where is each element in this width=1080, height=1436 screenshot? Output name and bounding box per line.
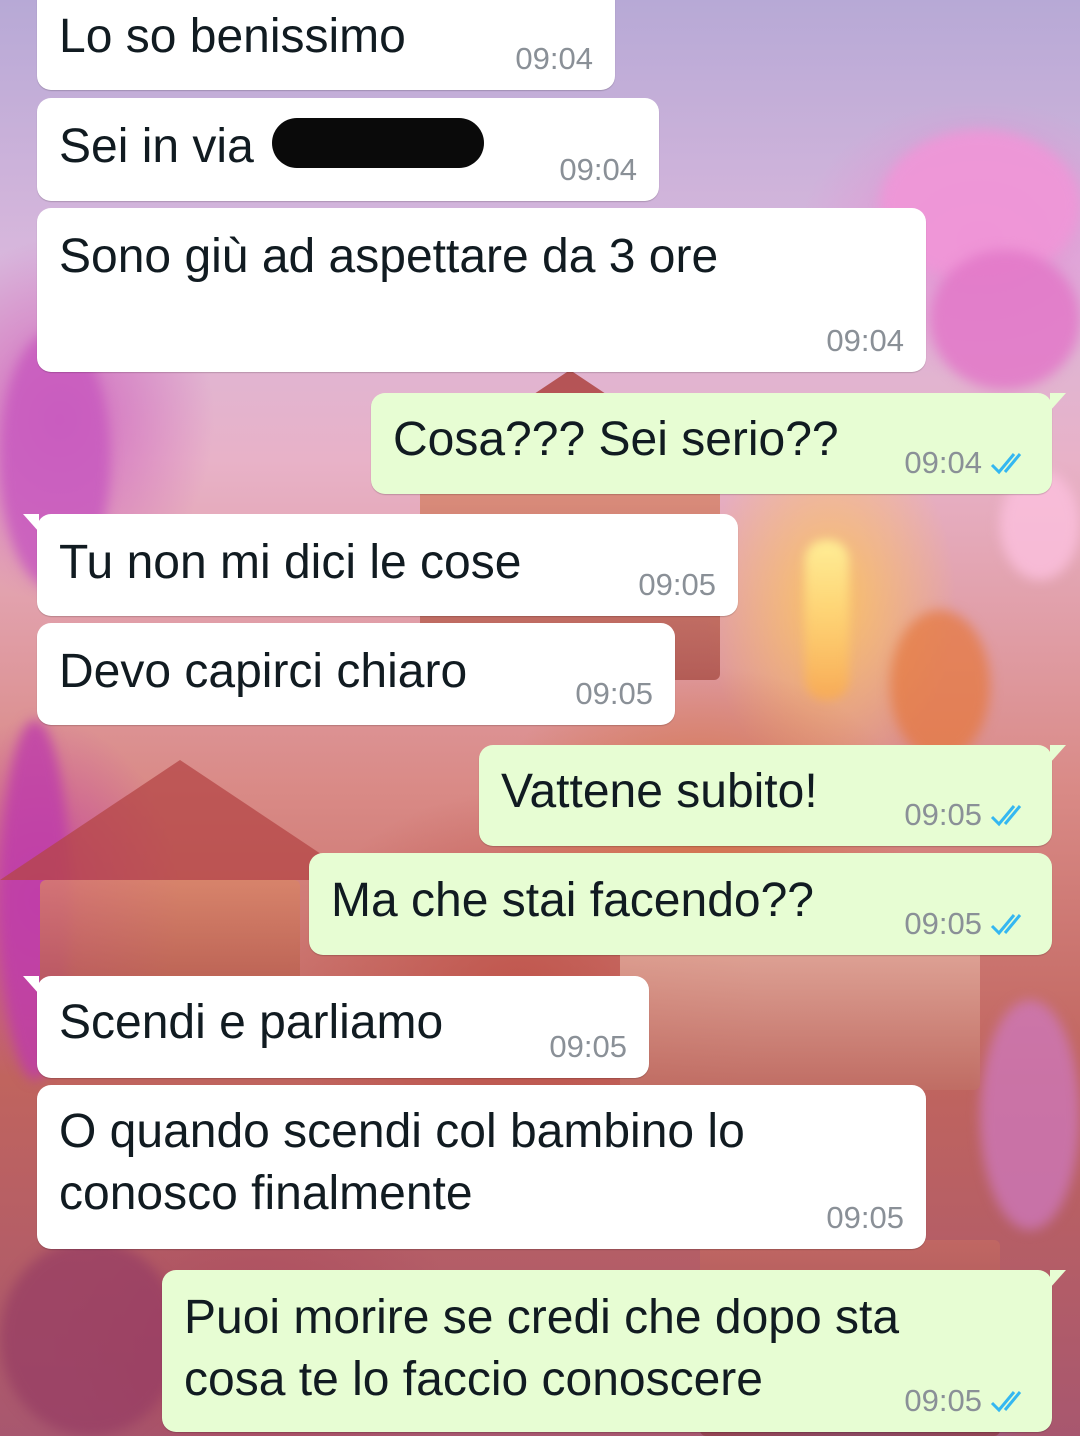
double-check-read-icon bbox=[990, 1388, 1030, 1414]
message-time: 09:04 bbox=[559, 152, 637, 187]
message-meta: 09:05 bbox=[904, 798, 1030, 832]
bubble-tail bbox=[1050, 745, 1066, 763]
double-check-read-icon bbox=[990, 450, 1030, 476]
message-time: 09:05 bbox=[575, 676, 653, 711]
message-text: Vattene subito! bbox=[501, 765, 818, 818]
message-time: 09:04 bbox=[826, 323, 904, 358]
message-meta: 09:05 bbox=[904, 907, 1030, 941]
message-meta: 09:05 bbox=[638, 568, 716, 602]
message-time: 09:04 bbox=[515, 41, 593, 76]
double-check-read-icon bbox=[990, 911, 1030, 937]
message-text: Puoi morire se credi che dopo sta cosa t… bbox=[184, 1291, 900, 1406]
message-text: Sono giù ad aspettare da 3 ore bbox=[59, 230, 719, 283]
message-meta: 09:04 bbox=[826, 324, 904, 358]
message-text: Cosa??? Sei serio?? bbox=[393, 413, 839, 466]
message-meta: 09:04 bbox=[515, 42, 593, 76]
message-bubble-outgoing[interactable]: Cosa??? Sei serio?? 09:04 bbox=[371, 393, 1066, 494]
message-bubble-incoming[interactable]: Sono giù ad aspettare da 3 ore 09:04 bbox=[37, 208, 926, 372]
message-bubble-incoming[interactable]: Lo so benissimo 09:04 bbox=[37, 0, 615, 90]
message-time: 09:05 bbox=[904, 1383, 982, 1418]
message-time: 09:05 bbox=[826, 1200, 904, 1235]
message-bubble-incoming[interactable]: Devo capirci chiaro 09:05 bbox=[37, 623, 675, 725]
message-text: Lo so benissimo bbox=[59, 10, 406, 63]
message-bubble-incoming[interactable]: Scendi e parliamo 09:05 bbox=[23, 976, 649, 1078]
message-meta: 09:05 bbox=[549, 1030, 627, 1064]
redaction-mark bbox=[272, 118, 484, 168]
bubble-tail bbox=[23, 514, 39, 532]
message-bubble-outgoing[interactable]: Ma che stai facendo?? 09:05 bbox=[309, 853, 1052, 955]
message-meta: 09:04 bbox=[904, 446, 1030, 480]
bubble-tail bbox=[1050, 393, 1066, 411]
message-meta: 09:04 bbox=[559, 153, 637, 187]
message-time: 09:05 bbox=[549, 1029, 627, 1064]
message-text: Tu non mi dici le cose bbox=[59, 536, 522, 589]
message-list[interactable]: Lo so benissimo 09:04 Sei in via 09:04 S… bbox=[0, 0, 1080, 1436]
message-bubble-incoming[interactable]: Tu non mi dici le cose 09:05 bbox=[23, 514, 738, 616]
bubble-tail bbox=[1050, 1270, 1066, 1288]
message-text: Scendi e parliamo bbox=[59, 996, 444, 1049]
double-check-read-icon bbox=[990, 802, 1030, 828]
message-time: 09:05 bbox=[638, 567, 716, 602]
message-meta: 09:05 bbox=[826, 1201, 904, 1235]
message-time: 09:05 bbox=[904, 797, 982, 832]
message-text: O quando scendi col bambino lo conosco f… bbox=[59, 1105, 745, 1220]
message-bubble-incoming[interactable]: O quando scendi col bambino lo conosco f… bbox=[37, 1085, 926, 1249]
message-text: Ma che stai facendo?? bbox=[331, 874, 814, 927]
message-time: 09:05 bbox=[904, 906, 982, 941]
message-text: Sei in via bbox=[59, 120, 254, 173]
message-text: Devo capirci chiaro bbox=[59, 645, 468, 698]
message-meta: 09:05 bbox=[575, 677, 653, 711]
message-time: 09:04 bbox=[904, 445, 982, 480]
bubble-tail bbox=[23, 976, 39, 994]
message-meta: 09:05 bbox=[904, 1384, 1030, 1418]
message-bubble-outgoing[interactable]: Vattene subito! 09:05 bbox=[479, 745, 1066, 846]
message-bubble-outgoing[interactable]: Puoi morire se credi che dopo sta cosa t… bbox=[162, 1270, 1066, 1432]
